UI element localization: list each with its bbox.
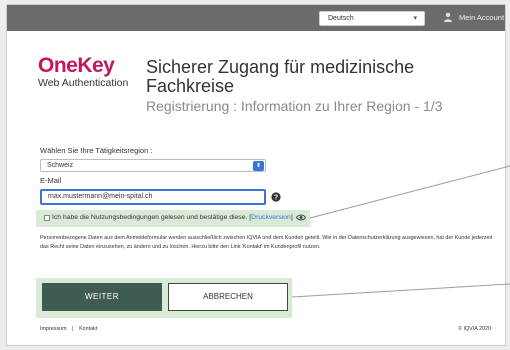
page-subtitle: Registrierung : Information zu Ihrer Reg… xyxy=(146,98,443,114)
region-value: Schweiz xyxy=(47,162,74,169)
email-label: E-Mail xyxy=(40,176,62,185)
weiter-button[interactable]: WEITER xyxy=(42,283,162,311)
select-arrow-icon: ⬍ xyxy=(253,161,264,171)
language-select[interactable]: Deutsch ▾ xyxy=(319,11,425,26)
email-field[interactable]: max.mustermann@mein-spital.ch xyxy=(40,189,266,205)
privacy-notice: Personenbezogene Daten aus dem Anmeldefo… xyxy=(40,235,493,250)
region-label: Wählen Sie Ihre Tätigkeitsregion : xyxy=(40,146,153,155)
logo-sub-text: Web Authentication xyxy=(38,77,129,89)
print-version-link[interactable]: Druckversion xyxy=(251,214,291,221)
terms-row: Ich habe die Nutzungsbedingungen gelesen… xyxy=(44,214,306,221)
kontakt-link[interactable]: Kontakt xyxy=(79,326,97,332)
language-value: Deutsch xyxy=(328,15,354,22)
person-icon xyxy=(444,12,452,22)
page-title: Sicherer Zugang für medizinische Fachkre… xyxy=(146,57,415,96)
abbrechen-button[interactable]: ABBRECHEN xyxy=(168,283,288,311)
help-icon[interactable]: ? xyxy=(271,192,281,202)
terms-text: Ich habe die Nutzungsbedingungen gelesen… xyxy=(52,214,252,221)
terms-checkbox[interactable] xyxy=(44,214,50,221)
account-link[interactable]: Mein Account xyxy=(443,12,504,22)
footer-links: Impressum | Kontakt xyxy=(40,326,97,332)
chevron-down-icon: ▾ xyxy=(413,15,417,22)
region-select[interactable]: Schweiz ⬍ xyxy=(40,159,266,172)
svg-text:?: ? xyxy=(274,195,278,202)
impressum-link[interactable]: Impressum xyxy=(40,326,67,332)
footer-separator: | xyxy=(72,326,74,332)
top-bar: Deutsch ▾ Mein Account xyxy=(7,5,505,31)
eye-icon[interactable] xyxy=(295,214,306,221)
account-label: Mein Account xyxy=(459,12,505,22)
terms-bracket: ] xyxy=(290,214,293,221)
copyright: © IQVIA 2020 xyxy=(458,326,492,332)
onekey-logo: OneKey Web Authentication xyxy=(38,54,148,90)
logo-main-text: OneKey xyxy=(38,54,115,77)
